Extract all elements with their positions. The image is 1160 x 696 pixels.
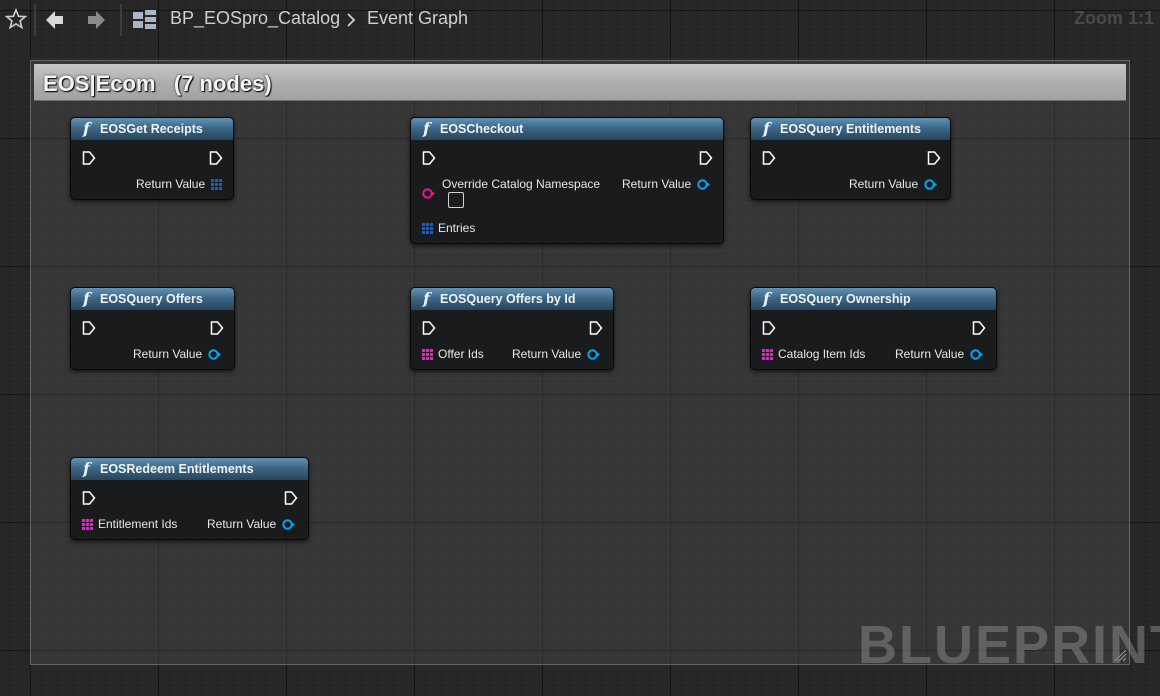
breadcrumb-graph[interactable]: Event Graph xyxy=(367,8,468,29)
exec-out-pin-icon[interactable] xyxy=(209,151,223,165)
exec-out-pin-icon[interactable] xyxy=(589,321,603,335)
blueprint-watermark: BLUEPRINT xyxy=(858,615,1160,675)
exec-in-pin-icon[interactable] xyxy=(82,151,96,165)
return-value-label: Return Value xyxy=(849,177,919,191)
override-catalog-namespace-label: Override Catalog Namespace xyxy=(442,177,601,191)
function-icon: f xyxy=(83,289,90,308)
exec-out-pin-icon[interactable] xyxy=(210,321,224,335)
object-pin-icon[interactable] xyxy=(970,348,983,361)
entries-label: Entries xyxy=(438,221,476,235)
node-title: EOSCheckout xyxy=(440,122,524,136)
node-header[interactable]: f EOSGet Receipts xyxy=(71,118,233,140)
toolbar: BP_EOSpro_Catalog Event Graph Zoom 1:1 xyxy=(0,0,1160,40)
exec-out-pin-icon[interactable] xyxy=(927,151,941,165)
toolbar-divider xyxy=(34,4,36,36)
node-eos-query-ownership[interactable]: f EOSQuery Ownership Catalog Item Ids Re… xyxy=(750,287,997,370)
exec-in-pin-icon[interactable] xyxy=(422,151,436,165)
node-eos-checkout[interactable]: f EOSCheckout Override Catalog Namespace… xyxy=(410,117,724,244)
exec-out-pin-icon[interactable] xyxy=(284,491,298,505)
zoom-level: Zoom 1:1 xyxy=(1073,8,1154,28)
comment-header[interactable]: EOS|Ecom (7 nodes) xyxy=(34,64,1126,101)
function-icon: f xyxy=(763,119,770,138)
return-value-label: Return Value xyxy=(207,517,277,531)
object-pin-icon[interactable] xyxy=(697,178,710,191)
star-icon[interactable] xyxy=(5,8,27,30)
return-value-label: Return Value xyxy=(512,347,582,361)
entitlement-ids-label: Entitlement Ids xyxy=(98,517,178,531)
node-header[interactable]: f EOSQuery Entitlements xyxy=(751,118,950,140)
exec-in-pin-icon[interactable] xyxy=(762,151,776,165)
return-value-label: Return Value xyxy=(133,347,203,361)
node-eos-query-offers[interactable]: f EOSQuery Offers Return Value xyxy=(70,287,235,370)
name-array-pin-icon[interactable] xyxy=(82,519,93,530)
return-value-label: Return Value xyxy=(895,347,965,361)
node-title: EOSQuery Entitlements xyxy=(780,122,922,136)
exec-in-pin-icon[interactable] xyxy=(82,491,96,505)
node-header[interactable]: f EOSRedeem Entitlements xyxy=(71,458,308,480)
exec-in-pin-icon[interactable] xyxy=(82,321,96,335)
offer-ids-label: Offer Ids xyxy=(438,347,484,361)
node-title: EOSGet Receipts xyxy=(100,122,203,136)
exec-in-pin-icon[interactable] xyxy=(762,321,776,335)
node-eos-redeem-entitlements[interactable]: f EOSRedeem Entitlements Entitlement Ids… xyxy=(70,457,309,540)
function-icon: f xyxy=(763,289,770,308)
return-value-label: Return Value xyxy=(622,177,692,191)
override-catalog-namespace-checkbox[interactable] xyxy=(448,192,464,208)
exec-in-pin-icon[interactable] xyxy=(422,321,436,335)
back-arrow-icon[interactable] xyxy=(44,9,66,31)
node-header[interactable]: f EOSQuery Offers by Id xyxy=(411,288,613,310)
comment-title: EOS|Ecom (7 nodes) xyxy=(43,71,272,96)
exec-out-pin-icon[interactable] xyxy=(972,321,986,335)
function-icon: f xyxy=(83,119,90,138)
node-title: EOSRedeem Entitlements xyxy=(100,462,254,476)
node-title: EOSQuery Offers by Id xyxy=(440,292,576,306)
return-value-label: Return Value xyxy=(136,177,206,191)
name-array-pin-icon[interactable] xyxy=(762,349,773,360)
node-eos-get-receipts[interactable]: f EOSGet Receipts Return Value xyxy=(70,117,234,200)
object-pin-icon[interactable] xyxy=(208,348,221,361)
forward-arrow-icon[interactable] xyxy=(85,9,107,31)
object-pin-icon[interactable] xyxy=(587,348,600,361)
chevron-right-icon xyxy=(347,13,356,27)
string-pin-icon[interactable] xyxy=(422,187,435,200)
blueprint-graph-icon xyxy=(133,10,156,29)
catalog-item-ids-label: Catalog Item Ids xyxy=(778,347,866,361)
name-array-pin-icon[interactable] xyxy=(422,349,433,360)
node-header[interactable]: f EOSCheckout xyxy=(411,118,723,140)
toolbar-divider xyxy=(120,4,122,36)
node-title: EOSQuery Ownership xyxy=(780,292,911,306)
function-icon: f xyxy=(423,289,430,308)
object-pin-icon[interactable] xyxy=(282,518,295,531)
node-eos-query-offers-by-id[interactable]: f EOSQuery Offers by Id Offer Ids Return… xyxy=(410,287,614,370)
breadcrumb-blueprint[interactable]: BP_EOSpro_Catalog xyxy=(170,8,340,29)
node-eos-query-entitlements[interactable]: f EOSQuery Entitlements Return Value xyxy=(750,117,951,200)
struct-array-pin-icon[interactable] xyxy=(211,179,222,190)
exec-out-pin-icon[interactable] xyxy=(699,151,713,165)
function-icon: f xyxy=(423,119,430,138)
node-header[interactable]: f EOSQuery Offers xyxy=(71,288,234,310)
node-title: EOSQuery Offers xyxy=(100,292,203,306)
struct-array-pin-icon[interactable] xyxy=(422,223,433,234)
object-pin-icon[interactable] xyxy=(924,178,937,191)
function-icon: f xyxy=(83,459,90,478)
node-header[interactable]: f EOSQuery Ownership xyxy=(751,288,996,310)
